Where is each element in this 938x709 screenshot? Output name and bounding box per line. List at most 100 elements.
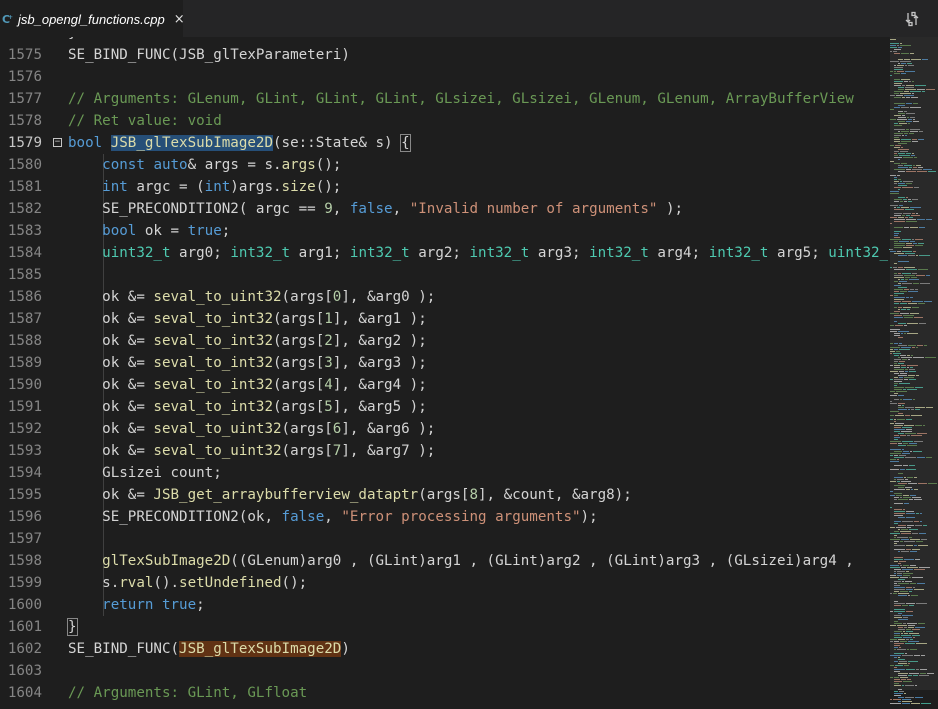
- code-lines: 1574} 1575 SE_BIND_FUNC(JSB_glTexParameter…: [0, 37, 890, 704]
- code-token: "Invalid number of arguments": [409, 201, 658, 217]
- code-line[interactable]: 1598 glTexSubImage2D((GLenum)arg0 , (GLi…: [0, 550, 890, 572]
- line-number: 1579: [7, 135, 42, 151]
- code-text: ok &= seval_to_int32(args[5], &arg5 );: [68, 396, 427, 418]
- line-number: 1591: [7, 399, 42, 415]
- close-icon[interactable]: ×: [174, 12, 185, 27]
- code-line[interactable]: 1590 ok &= seval_to_int32(args[4], &arg4…: [0, 374, 890, 396]
- code-token: 3: [324, 355, 333, 371]
- line-number: 1597: [7, 531, 42, 547]
- minimap-slider[interactable]: [890, 37, 938, 690]
- code-token: seval_to_uint32: [153, 443, 282, 459]
- code-token: ], &arg0 );: [341, 289, 436, 305]
- code-line[interactable]: 1589 ok &= seval_to_int32(args[3], &arg3…: [0, 352, 890, 374]
- code-line[interactable]: 1599 s.rval().setUndefined();: [0, 572, 890, 594]
- open-changes-icon[interactable]: [904, 11, 920, 27]
- code-line[interactable]: 1586 ok &= seval_to_uint32(args[0], &arg…: [0, 286, 890, 308]
- code-token: (args[: [273, 333, 325, 349]
- code-line[interactable]: 1582 SE_PRECONDITION2( argc == 9, false,…: [0, 198, 890, 220]
- code-text: ok &= seval_to_int32(args[2], &arg2 );: [68, 330, 427, 352]
- code-line[interactable]: 1575 SE_BIND_FUNC(JSB_glTexParameteri): [0, 44, 890, 66]
- code-line[interactable]: 1576: [0, 66, 890, 88]
- code-token: ,: [392, 201, 410, 217]
- line-number: 1600: [7, 597, 42, 613]
- fold-collapse-icon[interactable]: −: [53, 138, 62, 147]
- code-line[interactable]: 1594 GLsizei count;: [0, 462, 890, 484]
- code-line[interactable]: 1578 // Ret value: void: [0, 110, 890, 132]
- code-token: SE_BIND_FUNC(JSB_glTexParameteri): [68, 47, 350, 63]
- code-text: const auto& args = s.args();: [68, 154, 341, 176]
- code-token: arg3;: [529, 245, 590, 261]
- line-number: 1587: [7, 311, 42, 327]
- code-token: (args[: [273, 355, 325, 371]
- code-token: ok &=: [68, 311, 154, 327]
- code-line[interactable]: 1600 return true;: [0, 594, 890, 616]
- code-token: bool: [68, 135, 103, 151]
- code-token: uint32_t: [828, 245, 890, 261]
- line-number: 1588: [7, 333, 42, 349]
- code-token: {: [400, 134, 411, 152]
- minimap-code-stroke: [902, 703, 910, 704]
- code-line[interactable]: 1591 ok &= seval_to_int32(args[5], &arg5…: [0, 396, 890, 418]
- code-token: (args[: [281, 289, 333, 305]
- code-line[interactable]: 1574}: [0, 37, 890, 44]
- code-text: // Arguments: GLint, GLfloat: [68, 682, 307, 704]
- minimap-code-stroke: [894, 695, 901, 696]
- code-line[interactable]: 1581 int argc = (int)args.size();: [0, 176, 890, 198]
- code-token: int32_t: [349, 245, 410, 261]
- line-number: 1599: [7, 575, 42, 591]
- code-token: (se::State& s): [273, 135, 402, 151]
- code-token: ok &=: [68, 443, 154, 459]
- code-token: args: [281, 157, 316, 173]
- code-editor[interactable]: 1574} 1575 SE_BIND_FUNC(JSB_glTexParameter…: [0, 37, 890, 709]
- code-token: auto: [153, 157, 188, 173]
- code-token: ((GLenum)arg0 , (GLint)arg1 , (GLint)arg…: [230, 553, 854, 569]
- code-token: rval: [119, 575, 154, 591]
- code-token: }: [68, 37, 77, 41]
- code-line[interactable]: 1592 ok &= seval_to_uint32(args[6], &arg…: [0, 418, 890, 440]
- code-line[interactable]: 1580 const auto& args = s.args();: [0, 154, 890, 176]
- code-token: arg1;: [290, 245, 350, 261]
- code-line[interactable]: 1585: [0, 264, 890, 286]
- code-line[interactable]: 1604 // Arguments: GLint, GLfloat: [0, 682, 890, 704]
- code-line[interactable]: 1588 ok &= seval_to_int32(args[2], &arg2…: [0, 330, 890, 352]
- code-line[interactable]: 1587 ok &= seval_to_int32(args[1], &arg1…: [0, 308, 890, 330]
- code-text: ok &= JSB_get_arraybufferview_dataptr(ar…: [68, 484, 632, 506]
- code-text: glTexSubImage2D((GLenum)arg0 , (GLint)ar…: [68, 550, 854, 572]
- code-text: bool ok = true;: [68, 220, 230, 242]
- code-text: SE_PRECONDITION2(ok, false, "Error proce…: [68, 506, 597, 528]
- code-token: 5: [324, 399, 333, 415]
- minimap-code-stroke: [893, 699, 901, 700]
- code-token: int32_t: [230, 245, 291, 261]
- code-token: seval_to_int32: [153, 333, 274, 349]
- code-token: arg0;: [170, 245, 231, 261]
- code-token: JSB_glTexSubImage2D: [110, 135, 274, 151]
- code-line[interactable]: 1603: [0, 660, 890, 682]
- code-token: true: [187, 223, 222, 239]
- tab-jsb-opengl-functions[interactable]: C + jsb_opengl_functions.cpp ×: [0, 0, 185, 38]
- minimap[interactable]: [890, 37, 938, 709]
- code-line[interactable]: 1577 // Arguments: GLenum, GLint, GLint, …: [0, 88, 890, 110]
- code-token: ().: [153, 575, 180, 591]
- minimap-code-stroke: [899, 691, 904, 692]
- code-line[interactable]: 1593 ok &= seval_to_uint32(args[7], &arg…: [0, 440, 890, 462]
- code-line[interactable]: 1597: [0, 528, 890, 550]
- code-line[interactable]: 1584 uint32_t arg0; int32_t arg1; int32_…: [0, 242, 890, 264]
- code-line[interactable]: 1583 bool ok = true;: [0, 220, 890, 242]
- code-token: ], &arg2 );: [332, 333, 427, 349]
- code-token: seval_to_uint32: [153, 421, 282, 437]
- line-number: 1575: [7, 47, 42, 63]
- code-token: 1: [324, 311, 333, 327]
- code-token: int32_t: [589, 245, 649, 261]
- code-line[interactable]: 1602 SE_BIND_FUNC(JSB_glTexSubImage2D): [0, 638, 890, 660]
- code-token: ], &arg1 );: [332, 311, 427, 327]
- minimap-code-stroke: [911, 703, 920, 704]
- code-line[interactable]: 1601}: [0, 616, 890, 638]
- code-token: ,: [332, 201, 350, 217]
- code-line[interactable]: 1579 − bool JSB_glTexSubImage2D(se::State&…: [0, 132, 890, 154]
- code-line[interactable]: 1596 SE_PRECONDITION2(ok, false, "Error …: [0, 506, 890, 528]
- code-line[interactable]: 1595 ok &= JSB_get_arraybufferview_datap…: [0, 484, 890, 506]
- line-number: 1583: [7, 223, 42, 239]
